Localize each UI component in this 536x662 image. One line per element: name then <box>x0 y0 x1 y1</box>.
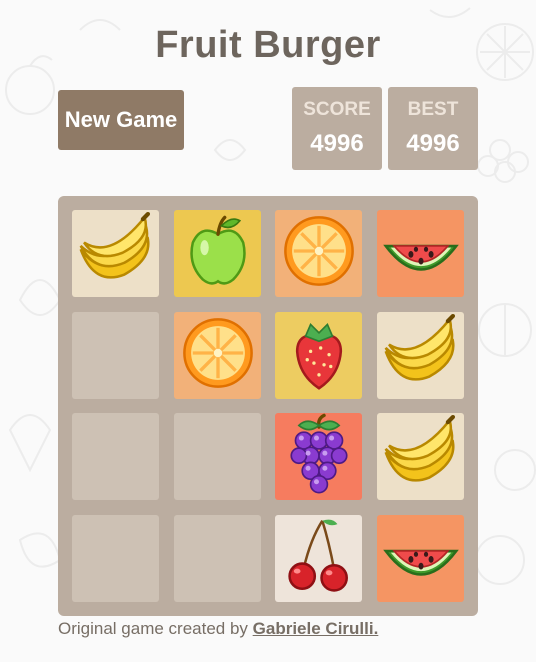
tile-banana <box>377 312 464 399</box>
tile-banana <box>377 413 464 500</box>
tile-grapes <box>275 413 362 500</box>
tile-watermelon <box>377 515 464 602</box>
empty-cell <box>72 515 159 602</box>
watermelon-icon <box>379 209 463 298</box>
orange-icon <box>176 311 260 400</box>
credits-footer: Original game created by Gabriele Cirull… <box>58 619 378 639</box>
orange-icon <box>277 209 361 298</box>
game-title: Fruit Burger <box>155 24 381 66</box>
tile-watermelon <box>377 210 464 297</box>
cherry-icon <box>277 514 361 603</box>
score-value: 4996 <box>310 130 364 157</box>
strawberry-icon <box>277 311 361 400</box>
empty-cell <box>72 312 159 399</box>
grapes-icon <box>277 412 361 501</box>
best-label: BEST <box>407 99 459 120</box>
tile-orange <box>275 210 362 297</box>
banana-icon <box>379 311 463 400</box>
tile-apple <box>174 210 261 297</box>
apple-icon <box>176 209 260 298</box>
empty-cell <box>174 515 261 602</box>
score-box: SCORE 4996 <box>292 87 382 170</box>
tile-cherry <box>275 515 362 602</box>
credits-text: Original game created by <box>58 619 253 638</box>
author-link[interactable]: Gabriele Cirulli. <box>253 619 379 638</box>
new-game-button[interactable]: New Game <box>58 90 184 150</box>
banana-icon <box>74 209 158 298</box>
empty-cell <box>174 413 261 500</box>
game-board[interactable] <box>58 196 478 616</box>
empty-cell <box>72 413 159 500</box>
banana-icon <box>379 412 463 501</box>
tile-banana <box>72 210 159 297</box>
tile-strawberry <box>275 312 362 399</box>
watermelon-icon <box>379 514 463 603</box>
best-value: 4996 <box>406 130 460 157</box>
score-label: SCORE <box>303 99 371 120</box>
tile-orange <box>174 312 261 399</box>
best-score-box: BEST 4996 <box>388 87 478 170</box>
